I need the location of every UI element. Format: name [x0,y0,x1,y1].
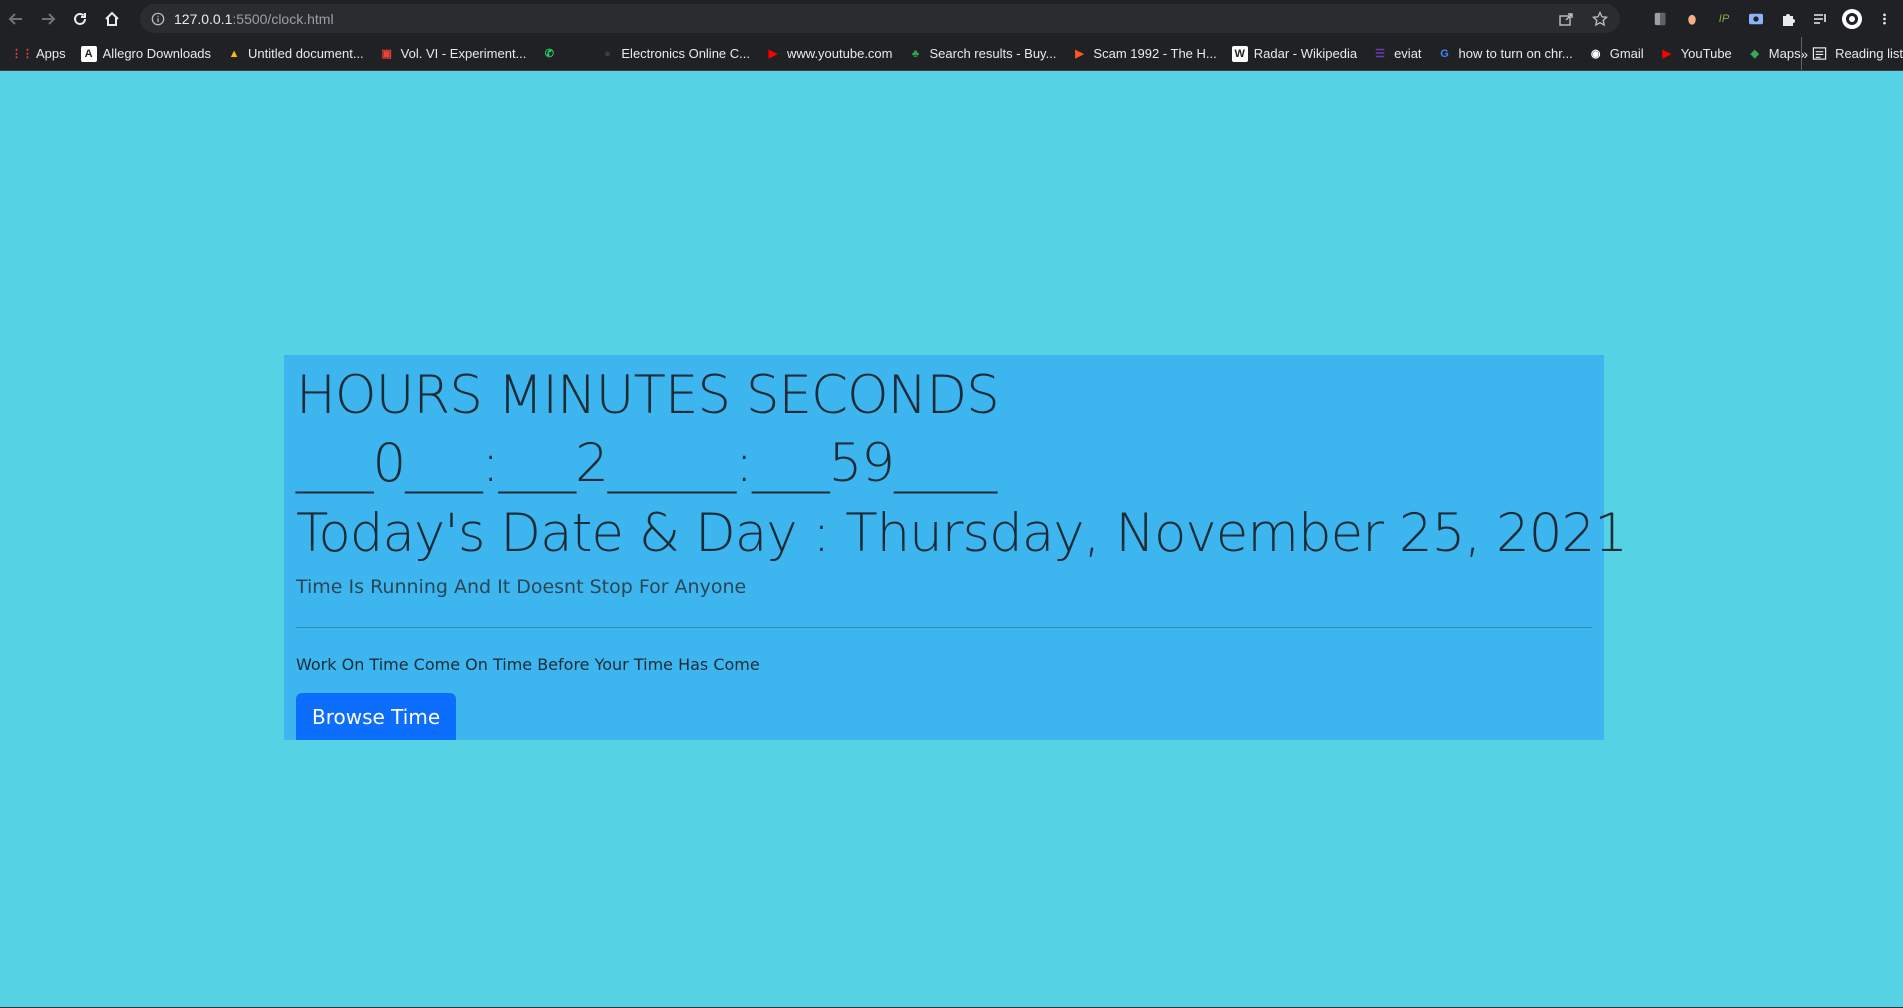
google-drive-icon: ▲ [228,47,240,60]
bookmark-item[interactable]: ☰ eviat [1366,40,1427,68]
bookmark-item[interactable]: ✆ [535,40,569,68]
tree-icon: ♣ [911,47,920,60]
url-host: 127.0.0.1 [174,10,233,27]
site-info-icon[interactable] [150,11,166,27]
allegro-icon: A [80,45,97,62]
bookmark-item[interactable]: A Allegro Downloads [75,40,217,68]
extensions-area: IP [1649,0,1903,37]
bookmark-label: Gmail [1609,46,1644,61]
bookmark-item[interactable]: W Radar - Wikipedia [1226,40,1363,68]
chip-icon: ▣ [381,48,392,60]
bookmark-item[interactable]: ▶ Scam 1992 - The H... [1065,40,1222,68]
reading-list-button[interactable]: Reading list [1801,37,1903,70]
bookmark-item[interactable]: Ghow to turn on chr... [1431,40,1579,68]
bookmark-label: YouTube [1680,46,1732,61]
bookmark-item[interactable]: ▶ www.youtube.com [759,40,899,68]
browser-menu-icon[interactable] [1873,8,1895,30]
youtube-icon: ▶ [768,48,778,60]
browse-time-button[interactable]: Browse Time [296,693,457,740]
wikipedia-icon: W [1231,45,1248,62]
bookmark-item[interactable]: ♣ Search results - Buy... [902,40,1063,68]
home-button[interactable] [96,3,128,35]
clock-headings: HOURS MINUTES SECONDS [296,365,1000,426]
subtitle: Time Is Running And It Doesnt Stop For A… [296,576,747,598]
bookmark-label: Search results - Buy... [929,46,1057,61]
star-icon[interactable] [1592,10,1608,27]
reload-icon [74,12,86,25]
extensions-puzzle-icon[interactable] [1777,8,1799,30]
bookmark-label: Apps [36,46,66,61]
store-icon: ● [604,47,611,60]
extension-ip-icon[interactable]: IP [1713,8,1735,30]
browser-toolbar: 127.0.0.1:5500/clock.html IP [0,0,1903,37]
extension-doc-icon[interactable] [1649,8,1671,30]
profile-avatar-icon[interactable] [1841,8,1863,30]
reading-list-label: Reading list [1835,46,1903,61]
bookmark-item[interactable]: ▶ YouTube [1653,40,1738,68]
bookmark-label: Untitled document... [248,46,364,61]
play-icon: ▶ [1075,48,1084,60]
whatsapp-icon: ✆ [544,48,554,60]
forward-button[interactable] [32,3,64,35]
address-bar[interactable]: 127.0.0.1:5500/clock.html [140,4,1620,33]
list-icon: ☰ [1375,48,1386,60]
bookmark-label: Vol. VI - Experiment... [400,46,527,61]
media-queue-icon[interactable] [1809,8,1831,30]
bookmark-item[interactable]: ⋮⋮ Apps [8,40,72,68]
bookmark-item[interactable]: ▲ Untitled document... [220,40,370,68]
time-readout: ___0___:___2_____:___59____ [296,433,997,494]
bookmarks-bar: ⋮⋮ Apps A Allegro Downloads ▲ Untitled docume… [0,37,1903,71]
reading-list-icon [1812,47,1827,60]
bookmark-label: Maps [1768,46,1801,61]
bookmark-label: www.youtube.com [787,46,893,61]
bookmark-label: how to turn on chr... [1458,46,1573,61]
home-icon [105,11,119,26]
quote-text: Work On Time Come On Time Before Your Ti… [296,655,760,674]
bookmark-label: eviat [1394,46,1422,61]
bookmark-item[interactable]: ● Electronics Online C... [593,40,756,68]
maps-icon: ◆ [1750,48,1760,60]
apps-grid-icon: ⋮⋮ [11,48,33,60]
bookmark-label: Allegro Downloads [102,46,212,61]
divider [296,627,1592,628]
extension-screen-icon[interactable] [1745,8,1767,30]
bookmark-label: Electronics Online C... [621,46,750,61]
bookmark-item[interactable]: ◆ Maps [1741,40,1807,68]
bookmark-label: Radar - Wikipedia [1253,46,1358,61]
clock-card: HOURS MINUTES SECONDS ___0___:___2_____:… [284,355,1628,740]
bookmark-item[interactable]: ▣ Vol. VI - Experiment... [373,40,533,68]
back-button[interactable] [0,3,32,35]
extension-egg-icon[interactable] [1681,8,1703,30]
google-icon: G [1440,47,1449,60]
arrow-right-icon [42,12,56,25]
bookmark-item[interactable]: ◉ Gmail [1582,40,1650,68]
youtube-icon: ▶ [1662,48,1671,60]
bookmark-list: ⋮⋮ Apps A Allegro Downloads ▲ Untitled docume… [8,40,1810,68]
globe-icon: ◉ [1590,48,1601,60]
url-path: :5500/clock.html [232,10,334,27]
date-line: Today's Date & Day : Thursday, November … [296,503,1628,564]
bookmark-label: Scam 1992 - The H... [1093,46,1217,61]
share-icon[interactable] [1558,11,1574,27]
url-text: 127.0.0.1:5500/clock.html [174,11,334,27]
reload-button[interactable] [64,3,96,35]
arrow-left-icon [8,12,22,25]
